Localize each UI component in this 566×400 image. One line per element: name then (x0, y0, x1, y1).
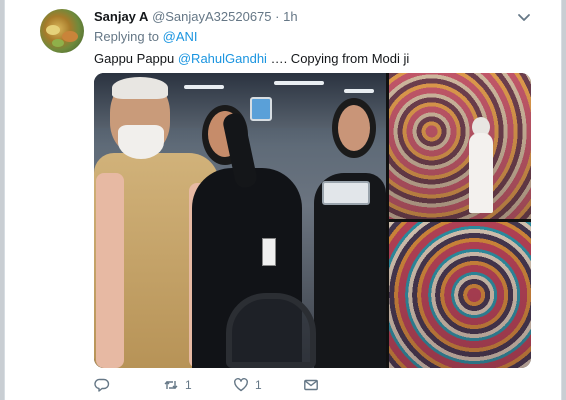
replying-to-label: Replying to (94, 29, 160, 44)
media-photo-1[interactable] (94, 73, 386, 368)
like-count: 1 (255, 378, 262, 392)
tweet-text-start: Gappu Pappu (94, 51, 175, 66)
retweet-button[interactable]: 1 (163, 377, 192, 393)
mention-link[interactable]: @RahulGandhi (178, 51, 267, 66)
replying-to-line: Replying to @ANI (94, 29, 198, 44)
media-photo-2[interactable] (389, 73, 531, 219)
tweet-timestamp[interactable]: 1h (283, 9, 297, 24)
heart-icon (234, 377, 248, 392)
tweet-text: Gappu Pappu @RahulGandhi …. Copying from… (94, 51, 409, 66)
chevron-down-icon[interactable] (516, 9, 532, 25)
retweet-icon (164, 381, 178, 389)
media-photo-3[interactable] (389, 222, 531, 368)
author-name[interactable]: Sanjay A (94, 9, 148, 24)
direct-message-button[interactable] (303, 377, 319, 393)
reply-icon (94, 378, 110, 392)
media-grid (94, 73, 531, 368)
author-handle[interactable]: @SanjayA32520675 (152, 9, 271, 24)
tweet-text-end: …. Copying from Modi ji (270, 51, 410, 66)
tweet-card[interactable]: Sanjay A @SanjayA32520675 · 1h Replying … (4, 0, 562, 400)
tweet-actions: 1 1 (5, 377, 561, 397)
tweet-header: Sanjay A @SanjayA32520675 · 1h (94, 9, 298, 25)
avatar[interactable] (40, 9, 84, 53)
replying-to-link[interactable]: @ANI (163, 29, 198, 44)
retweet-count: 1 (185, 378, 192, 392)
envelope-icon (304, 379, 318, 391)
reply-button[interactable] (94, 377, 110, 393)
separator-dot: · (275, 9, 280, 24)
like-button[interactable]: 1 (233, 377, 262, 393)
